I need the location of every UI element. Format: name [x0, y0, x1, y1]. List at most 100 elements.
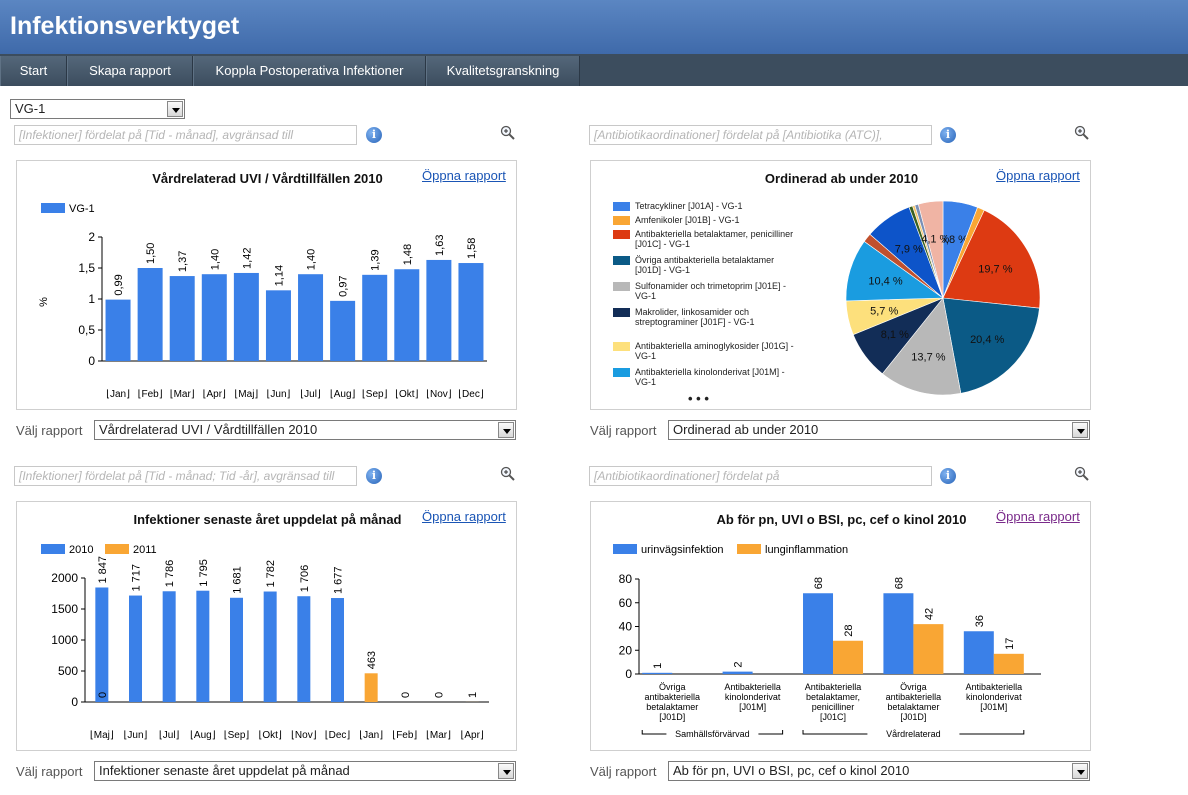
filter-description-2[interactable]: [Antibiotikaordinationer] fördelat på [A…: [589, 125, 932, 145]
bar: [993, 653, 1024, 674]
bar: [297, 596, 311, 702]
bar: [426, 259, 452, 361]
data-label: 1: [467, 692, 479, 698]
slice-label: 7,9 %: [895, 244, 923, 256]
y-tick-label: 2000: [51, 571, 78, 585]
x-tick-label: ⌊Apr⌋: [203, 389, 226, 400]
x-tick-label: [J01M]: [739, 702, 766, 712]
zoom-in-icon[interactable]: [500, 466, 516, 482]
tab-skapa-rapport[interactable]: Skapa rapport: [67, 56, 193, 86]
info-icon[interactable]: i: [366, 127, 382, 143]
x-tick-label: betalaktamer: [887, 702, 939, 712]
data-label: 463: [366, 651, 378, 669]
select-report-label: Välj rapport: [16, 764, 83, 779]
filter-description-4[interactable]: [Antibiotikaordinationer] fördelat på: [589, 466, 932, 486]
bar: [364, 673, 378, 702]
slice-label: 4,1 %: [921, 233, 949, 245]
data-label: 17: [1004, 638, 1016, 650]
chevron-down-icon[interactable]: [167, 101, 183, 117]
x-tick-label: ⌊Mar⌋: [426, 730, 451, 741]
data-label: 1,40: [209, 249, 221, 270]
y-tick-label: 1: [88, 292, 95, 306]
data-label: 0: [400, 692, 412, 698]
data-label: 1 717: [131, 564, 143, 592]
bar: [642, 672, 673, 674]
slice-label: 13,7 %: [911, 351, 945, 363]
data-label: 68: [813, 577, 825, 589]
data-label: 1,63: [434, 235, 446, 256]
zoom-in-icon[interactable]: [1074, 466, 1090, 482]
report-select-2[interactable]: Ordinerad ab under 2010: [668, 420, 1090, 440]
x-tick-label: antibakteriella: [886, 692, 942, 702]
x-tick-label: ⌊Jan⌋: [359, 730, 383, 741]
chevron-down-icon[interactable]: [1072, 422, 1088, 438]
chevron-down-icon[interactable]: [498, 422, 514, 438]
filter-description-3[interactable]: [Infektioner] fördelat på [Tid - månad; …: [14, 466, 357, 486]
tab-start[interactable]: Start: [0, 56, 67, 86]
x-tick-label: ⌊Jul⌋: [159, 730, 180, 741]
bar: [458, 263, 484, 361]
unit-select[interactable]: VG-1: [10, 99, 185, 119]
tab-kvalitetsgranskning[interactable]: Kvalitetsgranskning: [426, 56, 580, 86]
app-header: Infektionsverktyget: [0, 0, 1188, 54]
data-label: 36: [974, 615, 986, 627]
zoom-in-icon[interactable]: [1074, 125, 1090, 141]
x-tick-label: antibakteriella: [644, 692, 700, 702]
bar: [129, 595, 142, 702]
report-select-4[interactable]: Ab för pn, UVI o BSI, pc, cef o kinol 20…: [668, 761, 1090, 781]
data-label: 1 782: [265, 560, 277, 588]
select-report-label: Välj rapport: [16, 423, 83, 438]
filter-description-1[interactable]: [Infektioner] fördelat på [Tid - månad],…: [14, 125, 357, 145]
tab-koppla-postoperativa[interactable]: Koppla Postoperativa Infektioner: [193, 56, 426, 86]
bar: [833, 640, 864, 674]
report-select-value: Vårdrelaterad UVI / Vårdtillfällen 2010: [99, 422, 318, 437]
report-select-1[interactable]: Vårdrelaterad UVI / Vårdtillfällen 2010: [94, 420, 516, 440]
data-label: 1,58: [466, 238, 478, 259]
data-label: 28: [843, 625, 855, 637]
chevron-down-icon[interactable]: [498, 763, 514, 779]
bar: [265, 290, 291, 361]
slice-label: 5,7 %: [870, 305, 898, 317]
info-icon[interactable]: i: [366, 468, 382, 484]
chart-ab-pie: 5,8 %19,7 %20,4 %13,7 %8,1 %5,7 %10,4 %7…: [845, 200, 1041, 396]
x-tick-label: ⌊Okt⌋: [258, 730, 281, 741]
bar: [137, 268, 163, 361]
report-select-value: Ordinerad ab under 2010: [673, 422, 819, 437]
x-tick-label: ⌊Jan⌋: [106, 389, 130, 400]
data-label: 1 786: [164, 560, 176, 588]
x-tick-label: ⌊Aug⌋: [330, 389, 356, 400]
slice-label: 20,4 %: [970, 334, 1004, 346]
y-tick-label: 60: [619, 596, 633, 610]
info-icon[interactable]: i: [940, 468, 956, 484]
bar: [230, 597, 243, 702]
group-label: Vårdrelaterad: [886, 729, 941, 739]
data-label: 0,99: [113, 274, 125, 295]
y-tick-label: 500: [58, 664, 78, 678]
data-label: 1,50: [145, 243, 157, 264]
data-label: 1,40: [306, 249, 318, 270]
y-tick-label: 0: [71, 695, 78, 709]
x-tick-label: ⌊Feb⌋: [138, 389, 163, 400]
bar: [362, 274, 388, 361]
legend-swatch: [737, 544, 761, 554]
data-label: 1 681: [232, 566, 244, 594]
chart-panel-ab: Ordinerad ab under 2010 Öppna rapport Te…: [590, 160, 1091, 410]
legend-label: 2011: [133, 544, 157, 556]
y-axis-label: %: [38, 297, 50, 307]
data-label: 0: [434, 692, 446, 698]
chart-ab-grupp: urinvägsinfektion lunginflammation 0 20 40 60…: [613, 544, 1041, 739]
legend-swatch: [105, 544, 129, 554]
x-tick-label: Övriga: [659, 682, 686, 692]
main-nav: Start Skapa rapport Koppla Postoperativa…: [0, 54, 1188, 86]
x-tick-label: kinolonderivat: [966, 692, 1022, 702]
x-tick-label: ⌊Dec⌋: [325, 730, 351, 741]
chevron-down-icon[interactable]: [1072, 763, 1088, 779]
x-tick-label: ⌊Jul⌋: [300, 389, 321, 400]
x-tick-label: ⌊Maj⌋: [234, 389, 258, 400]
y-tick-label: 1,5: [78, 261, 95, 275]
y-tick-label: 20: [619, 643, 633, 657]
data-label: 1: [652, 663, 664, 669]
report-select-3[interactable]: Infektioner senaste året uppdelat på mån…: [94, 761, 516, 781]
zoom-in-icon[interactable]: [500, 125, 516, 141]
info-icon[interactable]: i: [940, 127, 956, 143]
